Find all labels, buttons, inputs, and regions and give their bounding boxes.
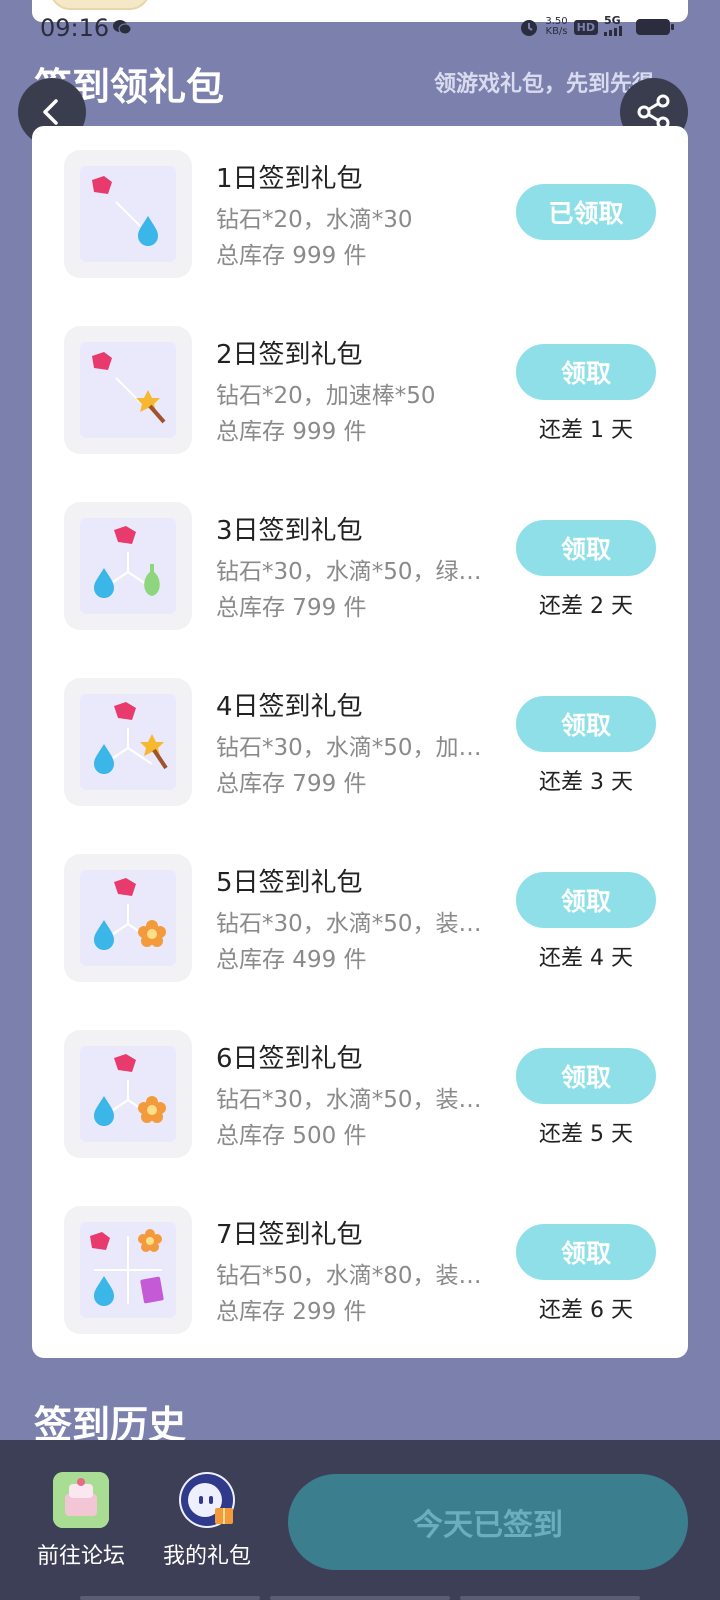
gift-title: 2日签到礼包 xyxy=(216,340,363,370)
gift-icon-box xyxy=(64,678,192,806)
gift-title: 3日签到礼包 xyxy=(216,516,363,546)
gift-stock: 总库存 500 件 xyxy=(216,1123,367,1149)
days-left: 还差 2 天 xyxy=(539,594,633,619)
diamond-icon xyxy=(114,702,136,720)
gift-title: 6日签到礼包 xyxy=(216,1044,363,1074)
gift-stock: 总库存 799 件 xyxy=(216,595,367,621)
gift-title: 7日签到礼包 xyxy=(216,1220,363,1250)
gift-items: 钻石*30，水滴*50，装… xyxy=(216,1087,482,1113)
gift-stock: 总库存 799 件 xyxy=(216,771,367,797)
gift-list-card: 1日签到礼包 钻石*20，水滴*30 总库存 999 件 已领取 2日签到礼包 … xyxy=(32,126,688,1358)
gift-stock: 总库存 999 件 xyxy=(216,419,367,445)
diamond-icon xyxy=(114,878,136,896)
bottom-action-bar: 前往论坛 我的礼包 今天已签到 xyxy=(0,1440,720,1600)
gift-title: 1日签到礼包 xyxy=(216,164,363,194)
gift-stock: 总库存 999 件 xyxy=(216,243,367,269)
claim-button[interactable]: 领取 xyxy=(516,344,656,400)
forum-icon xyxy=(53,1472,109,1528)
flower-decoration-icon xyxy=(138,1229,162,1252)
diamond-icon xyxy=(90,1232,110,1250)
gift-row: 5日签到礼包 钻石*30，水滴*50，装… 总库存 499 件 领取 还差 4 … xyxy=(32,830,688,1006)
net-speed: 3.50 KB/s xyxy=(545,17,567,37)
claim-button[interactable]: 领取 xyxy=(516,872,656,928)
gift-row: 3日签到礼包 钻石*30，水滴*50，绿… 总库存 799 件 领取 还差 2 … xyxy=(32,478,688,654)
status-bar: 09:16 3.50 KB/s HD 5G xyxy=(0,10,720,46)
checkin-button[interactable]: 今天已签到 xyxy=(288,1474,688,1570)
water-drop-icon xyxy=(94,1276,114,1306)
diamond-icon xyxy=(92,176,112,194)
gift-icon-box xyxy=(64,1206,192,1334)
bottom-indicator xyxy=(80,1596,640,1600)
battery-icon xyxy=(636,19,674,35)
days-left: 还差 1 天 xyxy=(539,418,633,443)
gift-items: 钻石*30，水滴*50，装… xyxy=(216,911,482,937)
flower-decoration-icon xyxy=(138,1096,166,1123)
my-gifts-button[interactable]: 我的礼包 xyxy=(152,1472,262,1570)
gift-items: 钻石*30，水滴*50，绿… xyxy=(216,559,482,585)
gift-icon-box xyxy=(64,326,192,454)
gift-title: 5日签到礼包 xyxy=(216,868,363,898)
claim-button[interactable]: 领取 xyxy=(516,520,656,576)
claim-button[interactable]: 领取 xyxy=(516,1224,656,1280)
claim-button[interactable]: 领取 xyxy=(516,696,656,752)
gift-items: 钻石*20，加速棒*50 xyxy=(216,383,436,409)
gift-items: 钻石*20，水滴*30 xyxy=(216,207,413,233)
gift-title: 4日签到礼包 xyxy=(216,692,363,722)
game-thumbnail xyxy=(50,0,150,10)
diamond-icon xyxy=(92,352,112,370)
net-speed-unit: KB/s xyxy=(545,26,568,37)
gift-row: 6日签到礼包 钻石*30，水滴*50，装… 总库存 500 件 领取 还差 5 … xyxy=(32,1006,688,1182)
chevron-left-icon xyxy=(43,99,58,125)
gift-items: 钻石*30，水滴*50，加… xyxy=(216,735,482,761)
diamond-icon xyxy=(114,526,136,544)
alarm-icon xyxy=(521,20,538,36)
flower-decoration-icon xyxy=(138,920,166,947)
my-gifts-label: 我的礼包 xyxy=(162,1544,251,1569)
claim-button[interactable]: 领取 xyxy=(516,1048,656,1104)
wechat-icon xyxy=(113,20,132,35)
forum-label: 前往论坛 xyxy=(36,1544,125,1569)
status-time: 09:16 xyxy=(40,14,110,42)
gift-stock: 总库存 499 件 xyxy=(216,947,367,973)
book-icon xyxy=(140,1276,164,1304)
water-drop-icon xyxy=(94,568,114,598)
water-drop-icon xyxy=(94,920,114,950)
gift-row: 2日签到礼包 钻石*20，加速棒*50 总库存 999 件 领取 还差 1 天 xyxy=(32,302,688,478)
gift-icon-box xyxy=(64,1030,192,1158)
forum-button[interactable]: 前往论坛 xyxy=(26,1472,136,1570)
gift-icon-box xyxy=(64,854,192,982)
water-drop-icon xyxy=(94,744,114,774)
days-left: 还差 3 天 xyxy=(539,770,633,795)
gift-icon-box xyxy=(64,502,192,630)
my-gifts-icon xyxy=(179,1472,235,1528)
gift-row: 1日签到礼包 钻石*20，水滴*30 总库存 999 件 已领取 xyxy=(32,126,688,302)
signal-indicator: 5G xyxy=(604,14,630,38)
gift-stock: 总库存 299 件 xyxy=(216,1299,367,1325)
speed-wand-icon xyxy=(140,734,164,756)
water-drop-icon xyxy=(94,1096,114,1126)
diamond-icon xyxy=(114,1054,136,1072)
days-left: 还差 5 天 xyxy=(539,1122,633,1147)
gift-items: 钻石*50，水滴*80，装… xyxy=(216,1263,482,1289)
claimed-button[interactable]: 已领取 xyxy=(516,184,656,240)
green-potion-icon xyxy=(144,564,160,596)
signal-icon xyxy=(604,26,622,36)
days-left: 还差 6 天 xyxy=(539,1298,633,1323)
network-type: 5G xyxy=(604,14,621,27)
gift-row: 7日签到礼包 钻石*50，水滴*80，装… 总库存 299 件 领取 还差 6 … xyxy=(32,1182,688,1358)
water-drop-icon xyxy=(138,216,158,246)
speed-wand-icon xyxy=(136,390,160,412)
gift-icon-box xyxy=(64,150,192,278)
hd-badge: HD xyxy=(573,19,598,35)
gift-row: 4日签到礼包 钻石*30，水滴*50，加… 总库存 799 件 领取 还差 3 … xyxy=(32,654,688,830)
days-left: 还差 4 天 xyxy=(539,946,633,971)
